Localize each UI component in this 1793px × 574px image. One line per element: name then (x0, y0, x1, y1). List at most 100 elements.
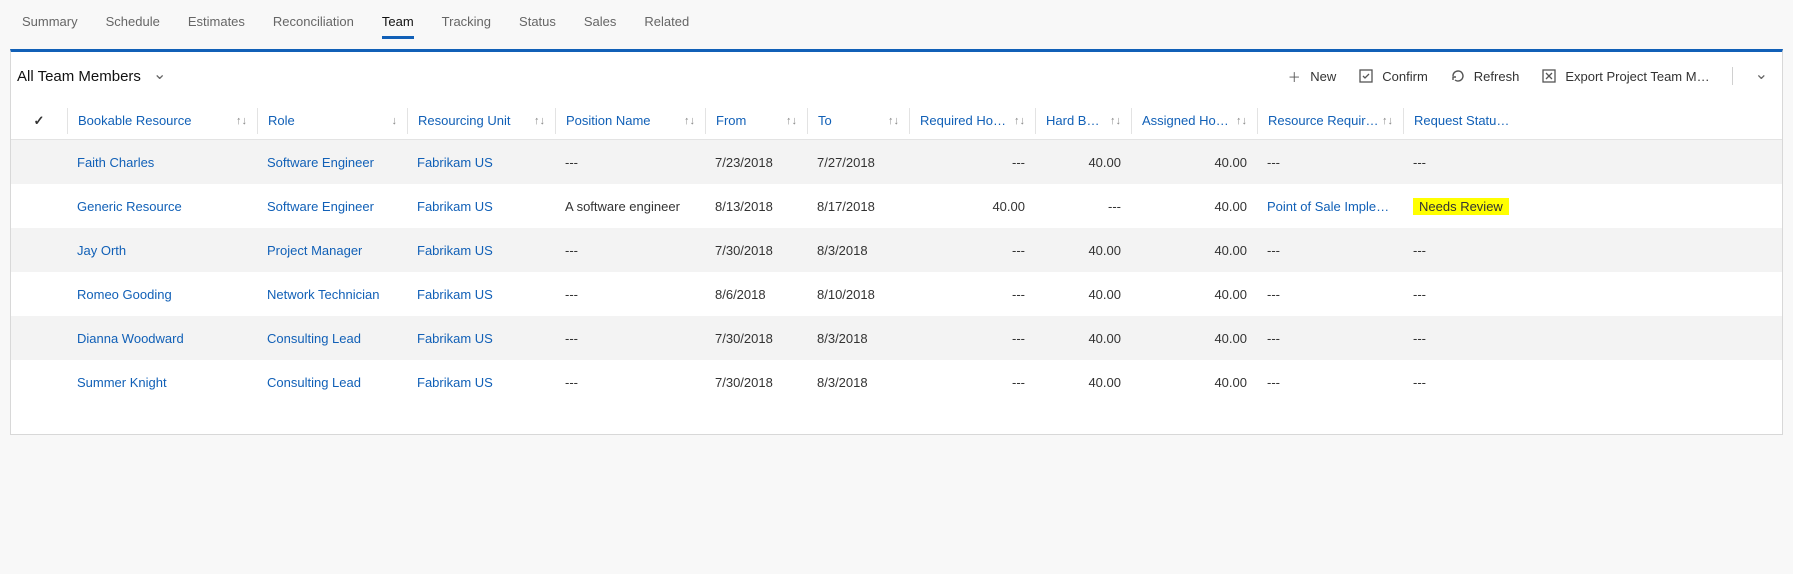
table-row[interactable]: Jay OrthProject ManagerFabrikam US---7/3… (11, 228, 1782, 272)
refresh-icon (1450, 68, 1466, 84)
cell-required-hours: 40.00 (909, 184, 1035, 228)
new-label: New (1310, 69, 1336, 84)
resourcing-unit-link[interactable]: Fabrikam US (417, 243, 493, 258)
cell-hard-book: 40.00 (1035, 272, 1131, 316)
column-label: Resourcing Unit (418, 113, 511, 128)
column-header-hard-book[interactable]: Hard Boo... ↑↓ (1035, 108, 1131, 134)
column-header-from[interactable]: From ↑↓ (705, 108, 807, 134)
row-selector[interactable] (11, 360, 67, 404)
tab-schedule[interactable]: Schedule (106, 10, 160, 39)
export-button[interactable]: Export Project Team M… (1541, 68, 1709, 84)
cell-request-status: --- (1403, 272, 1523, 316)
resource-requirement-link[interactable]: Point of Sale Impleme... (1267, 199, 1393, 214)
row-selector[interactable] (11, 184, 67, 228)
cell-assigned-hours: 40.00 (1131, 360, 1257, 404)
new-button[interactable]: ＋ New (1286, 68, 1336, 84)
cell-from: 7/30/2018 (705, 228, 807, 272)
resource-requirement-link: --- (1267, 375, 1280, 390)
view-selector[interactable]: All Team Members (11, 66, 166, 86)
resourcing-unit-link[interactable]: Fabrikam US (417, 199, 493, 214)
cell-text: 40.00 (1141, 243, 1247, 258)
tab-related[interactable]: Related (644, 10, 689, 39)
team-grid: ✓ Bookable Resource ↑↓ Role ↓ Resourcing… (11, 102, 1782, 404)
cell-hard-book: 40.00 (1035, 316, 1131, 360)
cell-resource-requirement: --- (1257, 228, 1403, 272)
row-selector[interactable] (11, 140, 67, 184)
cell-text: --- (565, 155, 578, 170)
column-header-bookable-resource[interactable]: Bookable Resource ↑↓ (67, 108, 257, 134)
cell-text: 40.00 (1045, 287, 1121, 302)
column-header-to[interactable]: To ↑↓ (807, 108, 909, 134)
resourcing-unit-link[interactable]: Fabrikam US (417, 375, 493, 390)
column-header-role[interactable]: Role ↓ (257, 108, 407, 134)
table-row[interactable]: Faith Charles Software Engineer Fabrikam U… (11, 140, 1782, 184)
tab-estimates[interactable]: Estimates (188, 10, 245, 39)
cell-role: Consulting Lead (257, 316, 407, 360)
column-header-resource-requirement[interactable]: Resource Require... ↑↓ (1257, 108, 1403, 134)
check-icon: ✓ (34, 113, 45, 129)
cell-bookable-resource: Dianna Woodward (67, 316, 257, 360)
cell-text: 40.00 (1141, 199, 1247, 214)
row-selector[interactable] (11, 228, 67, 272)
column-label: Hard Boo... (1046, 113, 1104, 128)
table-row[interactable]: Dianna Woodward Consulting Lead Fabrikam U… (11, 316, 1782, 360)
grid-header-row: ✓ Bookable Resource ↑↓ Role ↓ Resourcing… (11, 102, 1782, 140)
cell-position: --- (555, 228, 705, 272)
cell-text: 40.00 (1141, 375, 1247, 390)
column-header-resourcing-unit[interactable]: Resourcing Unit ↑↓ (407, 108, 555, 134)
more-commands-button[interactable] (1755, 66, 1768, 86)
resourcing-unit-link[interactable]: Fabrikam US (417, 331, 493, 346)
role-link[interactable]: Network Technician (267, 287, 379, 302)
resourcing-unit-link[interactable]: Fabrikam US (417, 155, 493, 170)
cell-assigned-hours: 40.00 (1131, 228, 1257, 272)
cell-text: 7/30/2018 (715, 375, 773, 390)
table-row[interactable]: Romeo Gooding Network Technician Fabrikam … (11, 272, 1782, 316)
tab-reconciliation[interactable]: Reconciliation (273, 10, 354, 39)
confirm-icon (1358, 68, 1374, 84)
column-header-request-status[interactable]: Request Status (... (1403, 108, 1523, 134)
column-header-assigned-hours[interactable]: Assigned Hours ↑↓ (1131, 108, 1257, 134)
row-selector[interactable] (11, 316, 67, 360)
tab-summary[interactable]: Summary (22, 10, 78, 39)
role-link[interactable]: Project Manager (267, 243, 362, 258)
cell-resource-requirement: Point of Sale Impleme... (1257, 184, 1403, 228)
resourcing-unit-link[interactable]: Fabrikam US (417, 287, 493, 302)
cell-resource-requirement: --- (1257, 140, 1403, 184)
refresh-label: Refresh (1474, 69, 1520, 84)
cell-assigned-hours: 40.00 (1131, 272, 1257, 316)
cell-text: --- (1045, 199, 1121, 214)
bookable-resource-link[interactable]: Faith Charles (77, 155, 154, 170)
tab-sales[interactable]: Sales (584, 10, 617, 39)
command-bar: ＋ New Confirm Re (1286, 66, 1782, 86)
table-row[interactable]: Generic Resource Software Engineer Fabrika… (11, 184, 1782, 228)
role-link[interactable]: Consulting Lead (267, 331, 361, 346)
tab-team[interactable]: Team (382, 10, 414, 39)
bookable-resource-link[interactable]: Dianna Woodward (77, 331, 184, 346)
column-header-required-hours[interactable]: Required Hours ↑↓ (909, 108, 1035, 134)
role-link[interactable]: Consulting Lead (267, 375, 361, 390)
refresh-button[interactable]: Refresh (1450, 68, 1520, 84)
role-link[interactable]: Software Engineer (267, 155, 374, 170)
cell-hard-book: 40.00 (1035, 140, 1131, 184)
cell-request-status: --- (1403, 360, 1523, 404)
bookable-resource-link[interactable]: Generic Resource (77, 199, 182, 214)
bookable-resource-link[interactable]: Romeo Gooding (77, 287, 172, 302)
column-label: Position Name (566, 113, 651, 128)
table-row[interactable]: Summer Knight Consulting Lead Fabrikam US -… (11, 360, 1782, 404)
cell-text: 7/27/2018 (817, 155, 875, 170)
cell-text: 40.00 (1045, 375, 1121, 390)
column-header-position-name[interactable]: Position Name ↑↓ (555, 108, 705, 134)
tab-tracking[interactable]: Tracking (442, 10, 491, 39)
tab-status[interactable]: Status (519, 10, 556, 39)
resource-requirement-link: --- (1267, 243, 1280, 258)
column-label: Bookable Resource (78, 113, 191, 128)
bookable-resource-link[interactable]: Summer Knight (77, 375, 167, 390)
cell-position: --- (555, 360, 705, 404)
request-status-value: --- (1413, 155, 1426, 170)
cell-text: 8/6/2018 (715, 287, 766, 302)
bookable-resource-link[interactable]: Jay Orth (77, 243, 126, 258)
row-selector[interactable] (11, 272, 67, 316)
confirm-button[interactable]: Confirm (1358, 68, 1428, 84)
column-header-select[interactable]: ✓ (11, 108, 67, 134)
role-link[interactable]: Software Engineer (267, 199, 374, 214)
